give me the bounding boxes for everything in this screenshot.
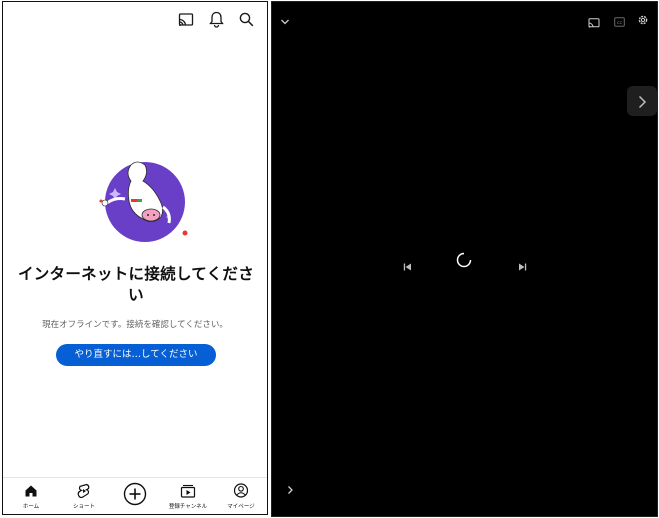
home-icon — [24, 483, 38, 502]
create-plus-icon — [123, 482, 147, 510]
retry-button[interactable]: やり直すには…してください — [56, 344, 216, 366]
previous-icon[interactable] — [403, 256, 412, 275]
next-panel-button[interactable] — [627, 86, 657, 116]
account-icon — [233, 483, 249, 502]
nav-item-subscriptions[interactable]: 登録チャンネル — [162, 478, 214, 514]
nav-item-account[interactable]: マイページ — [215, 478, 267, 514]
shorts-icon — [77, 483, 91, 503]
subscriptions-icon — [180, 483, 196, 502]
nav-label-account: マイページ — [227, 504, 255, 510]
video-player[interactable]: cc — [271, 1, 658, 517]
nav-item-shorts[interactable]: ショート — [58, 478, 110, 514]
offline-subtitle: 現在オフラインです。接続を確認してください。 — [42, 320, 228, 330]
cast-icon[interactable] — [588, 13, 600, 32]
next-icon[interactable] — [518, 256, 527, 275]
bell-icon[interactable] — [209, 11, 224, 28]
offline-title-line1: インターネットに接続してくださ — [17, 265, 255, 283]
svg-text:cc: cc — [617, 21, 622, 26]
captions-icon[interactable]: cc — [614, 12, 625, 31]
cast-icon[interactable] — [178, 13, 194, 27]
chevron-down-icon[interactable] — [280, 11, 290, 30]
nav-label-subscriptions: 登録チャンネル — [168, 504, 208, 510]
loading-spinner — [456, 252, 472, 272]
offline-screen: インターネットに接続してくださ い 現在オフラインです。接続を確認してください。… — [2, 1, 268, 515]
offline-astronaut-illustration — [93, 157, 193, 247]
offline-title: インターネットに接続してくださ い — [13, 264, 259, 306]
chevron-right-icon — [636, 94, 648, 113]
nav-item-create[interactable] — [109, 478, 161, 514]
nav-label-home: ホーム — [22, 504, 40, 510]
search-icon[interactable] — [239, 12, 254, 27]
nav-item-home[interactable]: ホーム — [5, 478, 57, 514]
settings-icon[interactable] — [637, 11, 649, 30]
bottom-navigation: ホーム ショート 登録チャンネル マイページ — [3, 477, 267, 514]
offline-title-line2: い — [128, 286, 144, 304]
chevron-right-icon[interactable] — [287, 480, 294, 499]
nav-label-shorts: ショート — [72, 504, 95, 510]
